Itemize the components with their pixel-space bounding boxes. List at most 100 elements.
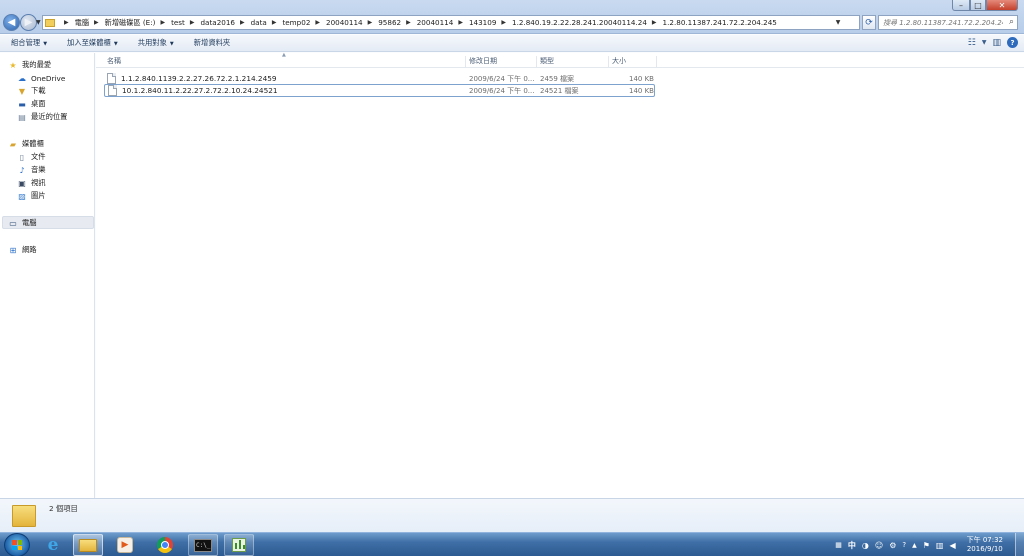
- chrome-icon: [157, 537, 173, 553]
- chevron-down-icon: ▼: [169, 41, 174, 47]
- nav-music[interactable]: ♪ 音樂: [17, 164, 45, 176]
- document-icon: ▯: [19, 152, 25, 162]
- music-icon: ♪: [19, 165, 25, 175]
- nav-favorites[interactable]: ★ 我的最愛: [8, 59, 51, 71]
- breadcrumb-separator-icon[interactable]: ▶: [315, 19, 320, 26]
- network-icon[interactable]: ▥: [936, 541, 944, 550]
- share-with-button[interactable]: 共用對象 ▼: [138, 38, 174, 48]
- column-headers: ▲ 名稱 修改日期 類型 大小: [96, 52, 1024, 68]
- breadcrumb-item[interactable]: data: [251, 18, 267, 27]
- clock[interactable]: 下午 07:32 2016/9/10: [967, 536, 1003, 554]
- breadcrumb-item[interactable]: 143109: [469, 18, 496, 27]
- column-header-name[interactable]: 名稱: [104, 56, 466, 67]
- command-prompt-icon: C:\_: [194, 538, 212, 552]
- breadcrumb-item[interactable]: 1.2.840.19.2.22.28.241.20040114.24: [512, 18, 647, 27]
- volume-icon[interactable]: ◀: [949, 541, 955, 550]
- start-button[interactable]: [4, 533, 30, 556]
- breadcrumb-item[interactable]: 20040114: [417, 18, 454, 27]
- close-button[interactable]: ✕: [986, 0, 1018, 11]
- file-row-selected[interactable]: 10.1.2.840.11.2.22.27.2.72.2.10.24.24521…: [104, 84, 655, 97]
- address-dropdown[interactable]: ▼: [833, 16, 843, 29]
- ime-punctuation-icon[interactable]: ☺: [875, 541, 883, 550]
- show-hidden-icons[interactable]: ▲: [912, 542, 917, 549]
- nav-onedrive[interactable]: ☁ OneDrive: [17, 72, 65, 84]
- search-box[interactable]: ⌕: [878, 15, 1018, 30]
- add-to-library-label: 加入至媒體櫃: [67, 38, 111, 47]
- change-view-icon[interactable]: ☷: [968, 38, 976, 48]
- breadcrumb-item[interactable]: 20040114: [326, 18, 363, 27]
- nav-computer[interactable]: ▭ 電腦: [8, 217, 36, 229]
- nav-pictures[interactable]: ▨ 圖片: [17, 190, 45, 202]
- file-type: 2459 檔案: [540, 74, 575, 83]
- nav-recent[interactable]: ▤ 最近的位置: [17, 111, 67, 123]
- action-center-icon[interactable]: ⚑: [923, 541, 930, 550]
- breadcrumb-item[interactable]: 1.2.80.11387.241.72.2.204.245: [663, 18, 777, 27]
- taskbar-chrome[interactable]: [150, 534, 180, 556]
- file-modified: 2009/6/24 下午 0...: [469, 74, 535, 83]
- column-header-size[interactable]: 大小: [609, 56, 657, 67]
- nav-desktop-label: 桌面: [31, 99, 46, 108]
- back-button[interactable]: ◀: [3, 14, 20, 31]
- search-icon[interactable]: ⌕: [1009, 17, 1014, 27]
- search-input[interactable]: [879, 16, 1003, 29]
- taskbar-task-manager[interactable]: [224, 534, 254, 556]
- nav-documents[interactable]: ▯ 文件: [17, 151, 46, 163]
- organize-button[interactable]: 組合管理 ▼: [11, 38, 47, 48]
- help-icon[interactable]: ?: [902, 541, 906, 549]
- breadcrumb-item[interactable]: temp02: [282, 18, 310, 27]
- ime-indicator[interactable]: 中: [848, 540, 856, 551]
- help-icon[interactable]: ?: [1007, 37, 1018, 48]
- preview-pane-icon[interactable]: ▥: [992, 38, 1001, 48]
- view-dropdown-icon[interactable]: ▼: [982, 39, 987, 46]
- breadcrumb-separator-icon[interactable]: ▶: [64, 19, 69, 26]
- ime-tools-icon[interactable]: ⚙: [889, 541, 896, 550]
- ime-mode-icon[interactable]: ◑: [862, 541, 869, 550]
- breadcrumb-item[interactable]: 電腦: [75, 18, 89, 28]
- breadcrumb-separator-icon[interactable]: ▶: [272, 19, 277, 26]
- add-to-library-button[interactable]: 加入至媒體櫃 ▼: [67, 38, 118, 48]
- file-size: 140 KB: [629, 86, 654, 95]
- breadcrumb-separator-icon[interactable]: ▶: [160, 19, 165, 26]
- breadcrumb-separator-icon[interactable]: ▶: [240, 19, 245, 26]
- taskbar-file-explorer[interactable]: [73, 534, 103, 556]
- taskbar-internet-explorer[interactable]: e: [38, 534, 68, 556]
- chevron-down-icon: ▼: [43, 41, 48, 47]
- recent-pages-dropdown[interactable]: ▼: [36, 19, 41, 26]
- maximize-button[interactable]: □: [970, 0, 986, 11]
- taskbar-media-player[interactable]: ▶: [110, 534, 140, 556]
- file-type: 24521 檔案: [540, 86, 579, 95]
- breadcrumb-separator-icon[interactable]: ▶: [94, 19, 99, 26]
- breadcrumb-separator-icon[interactable]: ▶: [652, 19, 657, 26]
- nav-videos[interactable]: ▣ 視訊: [17, 177, 45, 189]
- file-icon: [107, 73, 116, 84]
- chevron-down-icon: ▼: [113, 41, 118, 47]
- language-icon[interactable]: ▦: [835, 541, 842, 549]
- task-manager-icon: [232, 538, 246, 552]
- column-header-type[interactable]: 類型: [537, 56, 609, 67]
- nav-desktop[interactable]: ▬ 桌面: [17, 98, 46, 110]
- computer-icon: ▭: [9, 218, 17, 228]
- refresh-button[interactable]: ⟳: [862, 15, 876, 30]
- folder-icon: [45, 18, 55, 27]
- breadcrumb-separator-icon[interactable]: ▶: [458, 19, 463, 26]
- breadcrumb-item[interactable]: 95862: [378, 18, 401, 27]
- organize-label: 組合管理: [11, 38, 41, 47]
- taskbar-command-prompt[interactable]: C:\_: [188, 534, 218, 556]
- breadcrumb-separator-icon[interactable]: ▶: [190, 19, 195, 26]
- breadcrumb-separator-icon[interactable]: ▶: [501, 19, 506, 26]
- breadcrumb-separator-icon[interactable]: ▶: [406, 19, 411, 26]
- nav-network[interactable]: ⊞ 網路: [8, 244, 37, 256]
- column-header-modified[interactable]: 修改日期: [466, 56, 537, 67]
- forward-button[interactable]: ▶: [20, 14, 37, 31]
- nav-libraries[interactable]: ▰ 媒體櫃: [8, 138, 44, 150]
- minimize-button[interactable]: –: [952, 0, 970, 11]
- breadcrumb-item[interactable]: test: [171, 18, 185, 27]
- show-desktop-button[interactable]: [1015, 533, 1024, 556]
- breadcrumb-separator-icon[interactable]: ▶: [368, 19, 373, 26]
- breadcrumb-item[interactable]: 新增磁碟區 (E:): [105, 18, 156, 28]
- breadcrumb-item[interactable]: data2016: [201, 18, 235, 27]
- nav-downloads[interactable]: ▼ 下載: [17, 85, 46, 97]
- address-bar[interactable]: ▶ 電腦 ▶ 新增磁碟區 (E:) ▶ test ▶ data2016 ▶ data ▶ temp02…: [42, 15, 860, 30]
- picture-icon: ▨: [18, 191, 26, 201]
- new-folder-button[interactable]: 新增資料夾: [194, 38, 230, 48]
